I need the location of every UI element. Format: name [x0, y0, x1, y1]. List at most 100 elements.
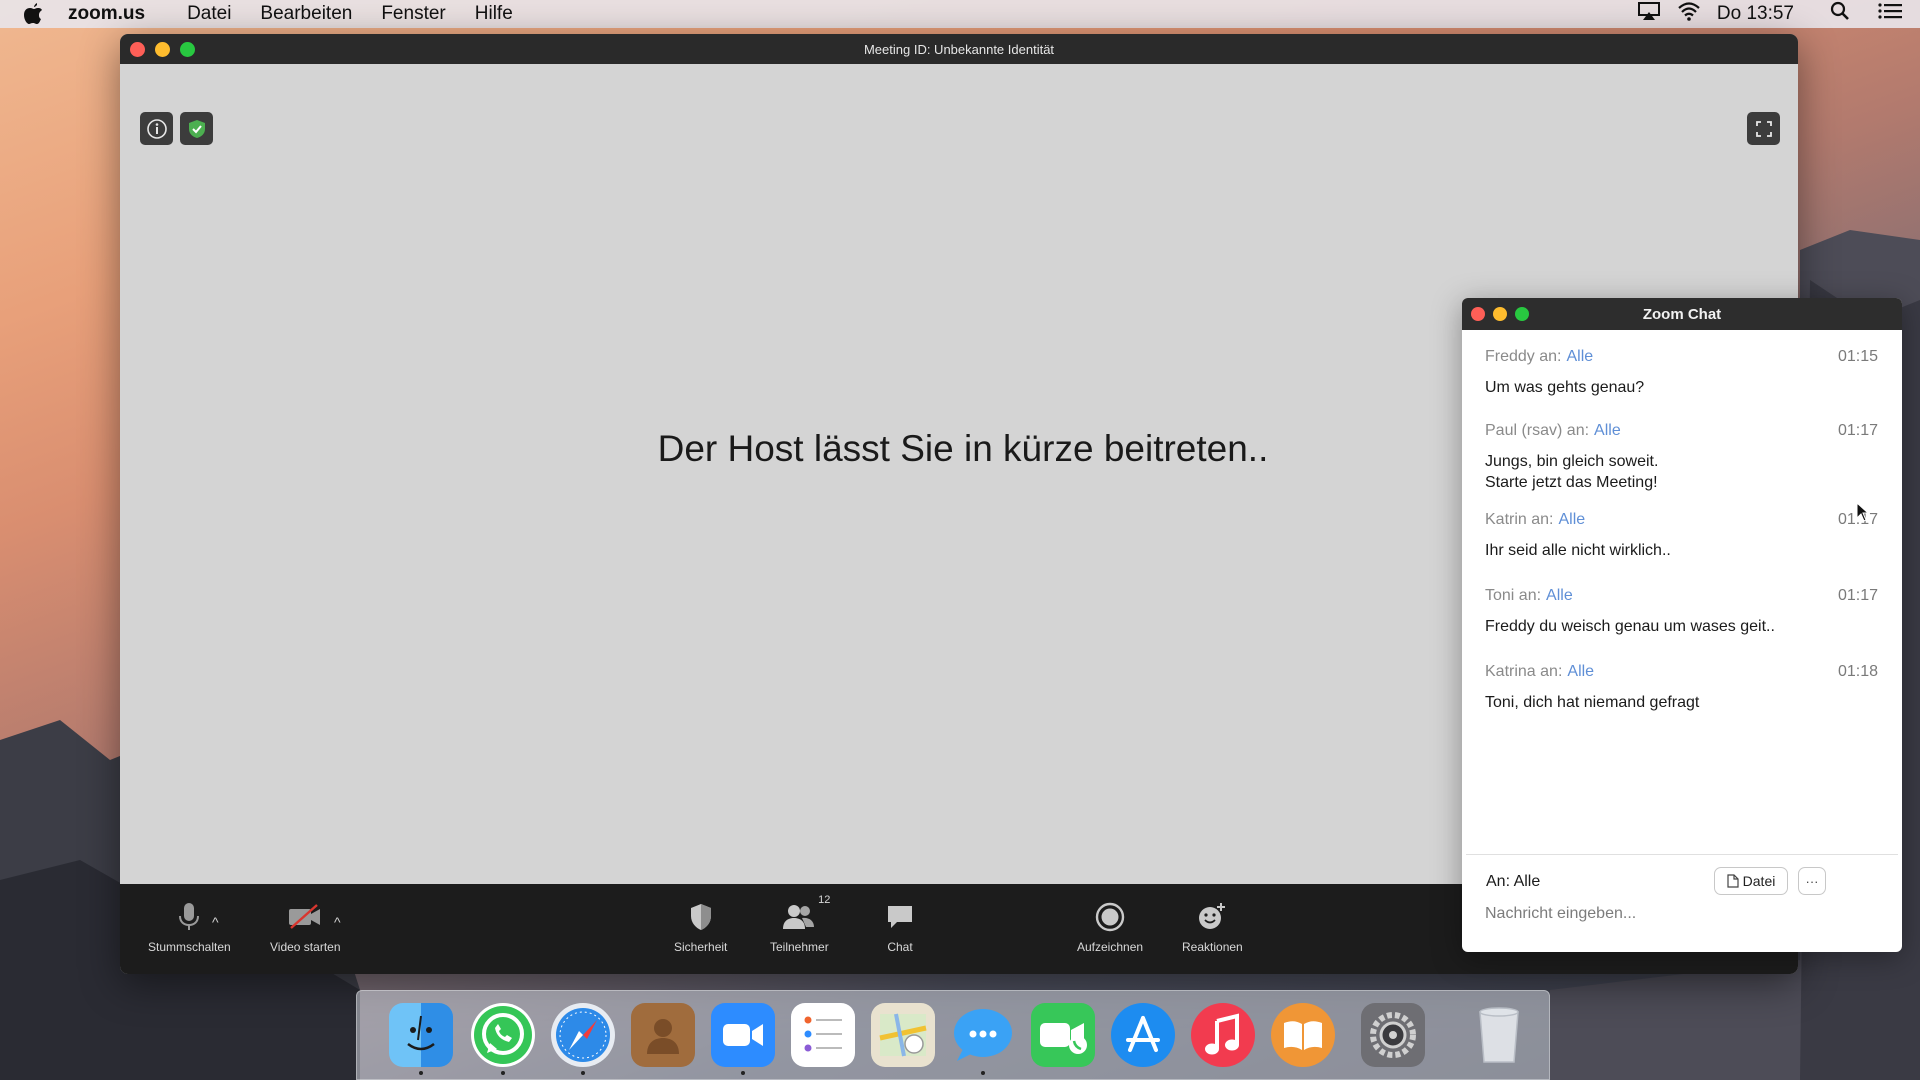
chat-label: Chat	[887, 940, 913, 954]
wifi-icon[interactable]	[1677, 1, 1701, 27]
dock	[356, 990, 1550, 1080]
mouse-cursor-icon	[1856, 502, 1870, 522]
chat-title: Zoom Chat	[1642, 305, 1722, 323]
system-preferences-icon[interactable]	[1361, 1003, 1425, 1067]
chat-message: Freddy an: Alle 01:15 Um was gehts genau?	[1485, 348, 1878, 398]
encryption-status-button[interactable]	[180, 112, 213, 145]
message-sender: Toni an:	[1485, 587, 1542, 604]
finder-icon[interactable]	[389, 1003, 453, 1075]
audio-options-chevron-icon[interactable]: ^	[212, 914, 219, 930]
chat-close-button[interactable]	[1471, 307, 1485, 321]
chat-compose-area: An: Alle Datei ···	[1466, 854, 1898, 952]
reactions-label: Reaktionen	[1182, 940, 1243, 954]
microphone-icon	[179, 903, 200, 930]
message-time: 01:17	[1837, 587, 1878, 604]
message-text: Ihr seid alle nicht wirklich..	[1485, 542, 1671, 559]
zoom-chat-window: Zoom Chat Freddy an: Alle 01:15 Um was geh…	[1462, 298, 1902, 952]
chat-minimize-button[interactable]	[1493, 307, 1507, 321]
message-recipient-link[interactable]: Alle	[1567, 663, 1594, 681]
message-sender: Katrin an:	[1485, 511, 1554, 528]
message-recipient-link[interactable]: Alle	[1558, 511, 1585, 529]
close-window-button[interactable]	[130, 42, 145, 57]
safari-icon[interactable]	[551, 1003, 615, 1075]
spotlight-search-icon[interactable]	[1830, 1, 1850, 27]
menu-bearbeiten[interactable]: Bearbeiten	[260, 3, 352, 25]
participants-button[interactable]: 12 Teilnehmer	[770, 894, 830, 954]
ibooks-icon[interactable]	[1271, 1003, 1335, 1067]
start-video-button[interactable]: Video starten	[270, 900, 341, 954]
messages-icon[interactable]	[951, 1003, 1015, 1075]
smiley-plus-icon	[1199, 903, 1226, 929]
participants-count-badge: 12	[818, 894, 831, 906]
whatsapp-icon[interactable]	[471, 1003, 535, 1075]
facetime-icon[interactable]	[1031, 1003, 1095, 1067]
itunes-icon[interactable]	[1191, 1003, 1255, 1067]
message-recipient-link[interactable]: Alle	[1546, 587, 1573, 605]
zoom-icon[interactable]	[711, 1003, 775, 1075]
message-time: 01:18	[1837, 663, 1878, 680]
info-icon	[146, 118, 167, 139]
menu-app-name[interactable]: zoom.us	[68, 3, 145, 25]
chat-message: Katrin an: Alle 01:17 Ihr seid alle nicht …	[1485, 511, 1878, 561]
record-label: Aufzeichnen	[1077, 940, 1144, 954]
shield-icon	[690, 904, 711, 930]
security-button[interactable]: Sicherheit	[674, 900, 727, 954]
message-text: Um was gehts genau?	[1485, 379, 1645, 396]
chat-message-list: Freddy an: Alle 01:15 Um was gehts genau? …	[1462, 330, 1902, 713]
chat-bubble-icon	[888, 906, 912, 928]
notification-center-icon[interactable]	[1878, 2, 1902, 26]
fullscreen-button[interactable]	[1747, 112, 1780, 145]
maps-icon[interactable]	[871, 1003, 935, 1067]
message-recipient-link[interactable]: Alle	[1594, 422, 1621, 440]
chat-maximize-button[interactable]	[1515, 307, 1529, 321]
recipient-selector[interactable]: An: Alle	[1486, 873, 1540, 891]
menu-hilfe[interactable]: Hilfe	[475, 3, 513, 25]
record-button[interactable]: Aufzeichnen	[1077, 900, 1143, 954]
video-off-icon	[289, 904, 321, 929]
reminders-icon[interactable]	[791, 1003, 855, 1067]
apple-menu-icon[interactable]	[20, 1, 46, 27]
message-sender: Katrina an:	[1485, 663, 1563, 680]
menubar-clock[interactable]: Do 13:57	[1717, 3, 1794, 25]
file-icon	[1727, 874, 1739, 888]
menu-datei[interactable]: Datei	[187, 3, 231, 25]
message-recipient-link[interactable]: Alle	[1566, 348, 1593, 366]
chat-titlebar[interactable]: Zoom Chat	[1462, 298, 1902, 330]
meeting-info-button[interactable]	[140, 112, 173, 145]
message-text: Jungs, bin gleich soweit. Starte jetzt d…	[1485, 453, 1659, 491]
app-store-icon[interactable]	[1111, 1003, 1175, 1067]
shield-check-icon	[188, 119, 205, 138]
message-time: 01:15	[1837, 348, 1878, 365]
trash-icon[interactable]	[1467, 1003, 1531, 1067]
send-file-label: Datei	[1742, 873, 1776, 889]
participants-label: Teilnehmer	[770, 940, 829, 954]
message-text: Toni, dich hat niemand gefragt	[1485, 694, 1700, 711]
minimize-window-button[interactable]	[155, 42, 170, 57]
contacts-icon[interactable]	[631, 1003, 695, 1067]
window-titlebar[interactable]: Meeting ID: Unbekannte Identität	[120, 34, 1798, 64]
window-title: Meeting ID: Unbekannte Identität	[863, 41, 1055, 57]
message-input[interactable]	[1485, 905, 1865, 923]
more-options-button[interactable]: ···	[1798, 867, 1826, 895]
record-icon	[1095, 902, 1125, 932]
chat-message: Toni an: Alle 01:17 Freddy du weisch genau…	[1485, 587, 1878, 637]
security-label: Sicherheit	[674, 940, 728, 954]
maximize-window-button[interactable]	[180, 42, 195, 57]
message-time: 01:17	[1837, 422, 1878, 439]
send-file-button[interactable]: Datei	[1714, 867, 1788, 895]
reactions-button[interactable]: Reaktionen	[1182, 900, 1243, 954]
chat-button[interactable]: Chat	[885, 900, 915, 954]
chat-message: Paul (rsav) an: Alle 01:17 Jungs, bin glei…	[1485, 422, 1878, 493]
start-video-label: Video starten	[270, 940, 341, 954]
message-sender: Freddy an:	[1485, 348, 1562, 365]
menu-fenster[interactable]: Fenster	[381, 3, 445, 25]
airplay-icon[interactable]	[1637, 1, 1661, 27]
mute-label: Stummschalten	[148, 940, 231, 954]
menu-bar: zoom.us Datei Bearbeiten Fenster Hilfe D…	[0, 0, 1920, 28]
message-sender: Paul (rsav) an:	[1485, 422, 1590, 439]
message-text: Freddy du weisch genau um wases geit..	[1485, 618, 1775, 635]
chat-message: Katrina an: Alle 01:18 Toni, dich hat niem…	[1485, 663, 1878, 713]
video-options-chevron-icon[interactable]: ^	[334, 914, 341, 930]
fullscreen-icon	[1755, 120, 1772, 137]
participants-icon	[783, 905, 815, 929]
